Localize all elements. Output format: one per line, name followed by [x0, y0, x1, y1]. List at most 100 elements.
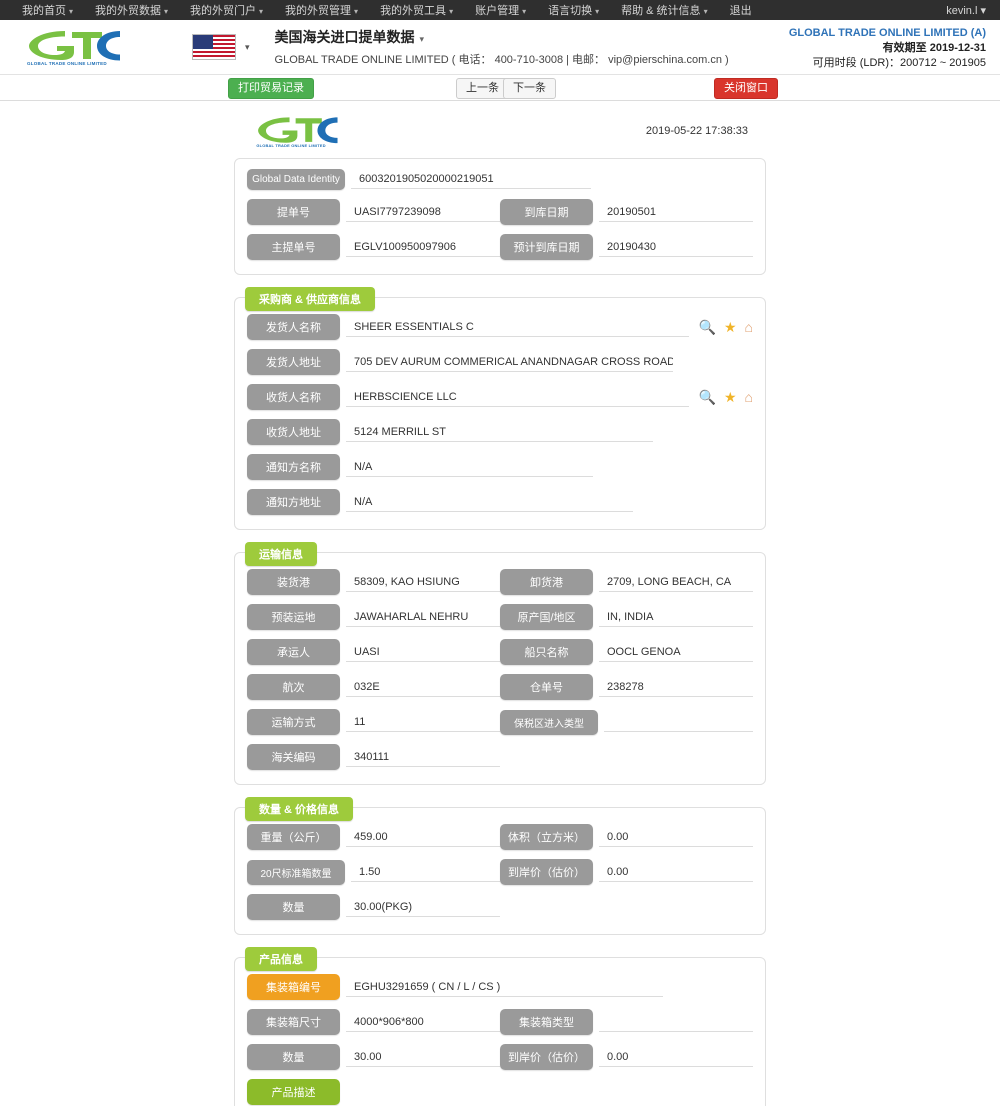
teu-label: 20尺标准箱数量 [247, 859, 345, 885]
nav-item-label: 账户管理 [475, 5, 520, 17]
nav-item-label: 我的首页 [22, 5, 66, 17]
transport-row: 海关编码 340111 [247, 744, 753, 770]
master-bill-number-field: 主提单号 EGLV100950097906 [247, 234, 500, 260]
company-contact-line: GLOBAL TRADE ONLINE LIMITED ( 电话： 400-71… [274, 54, 729, 66]
star-icon[interactable]: ★ [724, 320, 737, 334]
carrier-field: 承运人 UASI [247, 639, 500, 665]
volume-value: 0.00 [599, 828, 753, 847]
gto-logo[interactable]: GLOBAL TRADE ONLINE LIMITED [22, 26, 142, 69]
arrival-date-value: 20190501 [599, 203, 753, 222]
quantity-section-title: 数量 & 价格信息 [245, 797, 354, 821]
container-size-row: 集装箱尺寸 4000*906*800 集装箱类型 [247, 1009, 753, 1035]
transport-row: 装货港 58309, KAO HSIUNG 卸货港 2709, LONG BEA… [247, 569, 753, 595]
container-number-label: 集装箱编号 [247, 974, 340, 1000]
voyage-field: 航次 032E [247, 674, 500, 700]
cif-price-label: 到岸价（估价） [500, 859, 593, 885]
volume-label: 体积（立方米） [500, 824, 593, 850]
hs-code-label: 海关编码 [247, 744, 340, 770]
search-icon[interactable]: 🔍 [699, 320, 716, 334]
home-icon[interactable]: ⌂ [745, 390, 753, 404]
cif-price-field: 到岸价（估价） 0.00 [500, 859, 753, 885]
top-navigation-bar: 我的首页 ▾ 我的外贸数据 ▾ 我的外贸门户 ▾ 我的外贸管理 ▾ 我的外贸工具 ▾ 账户… [0, 0, 1000, 20]
transport-panel: 运输信息 装货港 58309, KAO HSIUNG 卸货港 2709, LON… [234, 542, 766, 785]
product-quantity-value: 30.00 [346, 1048, 500, 1067]
logo-tagline: GLOBAL TRADE ONLINE LIMITED [27, 61, 107, 66]
container-type-label: 集装箱类型 [500, 1009, 593, 1035]
consignee-address-row: 收货人地址 5124 MERRILL ST [247, 419, 753, 445]
transport-mode-value: 11 [346, 713, 500, 732]
container-size-field: 集装箱尺寸 4000*906*800 [247, 1009, 500, 1035]
identity-row: 提单号 UASI7797239098 到库日期 20190501 [247, 199, 753, 225]
estimated-arrival-date-value: 20190430 [599, 238, 753, 257]
nav-item-logout[interactable]: 退出 [730, 2, 752, 18]
nav-item-home[interactable]: 我的首页 ▾ [22, 2, 73, 18]
document-area: GLOBAL TRADE ONLINE LIMITED 2019-05-22 1… [0, 101, 1000, 1106]
quantity-row: 20尺标准箱数量 1.50 到岸价（估价） 0.00 [247, 859, 753, 885]
search-icon[interactable]: 🔍 [699, 390, 716, 404]
container-type-value [599, 1013, 753, 1032]
master-bill-number-label: 主提单号 [247, 234, 340, 260]
identity-panel: Global Data Identity 6003201905020000219… [234, 158, 766, 275]
bonded-entry-type-label: 保税区进入类型 [500, 709, 598, 735]
notify-address-value: N/A [346, 493, 633, 512]
quantity-value: 30.00(PKG) [346, 898, 500, 917]
document-header: GLOBAL TRADE ONLINE LIMITED 2019-05-22 1… [232, 107, 768, 152]
nav-item-help-stats[interactable]: 帮助 & 统计信息 ▾ [621, 2, 707, 18]
print-trade-record-button[interactable]: 打印贸易记录 [228, 78, 314, 99]
user-menu[interactable]: kevin.l ▾ [946, 4, 986, 17]
global-data-identity-label: Global Data Identity [247, 169, 345, 190]
nav-item-trade-data[interactable]: 我的外贸数据 ▾ [95, 2, 168, 18]
previous-record-button[interactable]: 上一条 [456, 78, 509, 99]
chevron-down-icon: ▾ [354, 7, 359, 16]
shipper-address-field: 发货人地址 705 DEV AURUM COMMERICAL ANANDNAGA… [247, 349, 753, 375]
product-description-label-row: 产品描述 [247, 1079, 753, 1105]
chevron-down-icon: ▾ [259, 7, 264, 16]
global-data-identity-field: Global Data Identity 6003201905020000219… [247, 169, 753, 190]
nav-item-trade-tools[interactable]: 我的外贸工具 ▾ [380, 2, 453, 18]
consignee-name-field: 收货人名称 HERBSCIENCE LLC 🔍 ★ ⌂ [247, 384, 753, 410]
shipper-actions: 🔍 ★ ⌂ [699, 320, 753, 334]
home-icon[interactable]: ⌂ [745, 320, 753, 334]
quantity-row: 数量 30.00(PKG) [247, 894, 753, 920]
product-cif-value: 0.00 [599, 1048, 753, 1067]
nav-item-label: 帮助 & 统计信息 [621, 5, 701, 17]
quantity-row: 重量（公斤） 459.00 体积（立方米） 0.00 [247, 824, 753, 850]
country-flag-selector[interactable]: ▾ [192, 34, 250, 60]
discharge-port-field: 卸货港 2709, LONG BEACH, CA [500, 569, 753, 595]
transport-section-title: 运输信息 [245, 542, 317, 566]
consignee-name-value: HERBSCIENCE LLC [346, 388, 689, 407]
container-size-label: 集装箱尺寸 [247, 1009, 340, 1035]
next-record-button[interactable]: 下一条 [503, 78, 556, 99]
warehouse-receipt-field: 仓单号 238278 [500, 674, 753, 700]
notify-address-row: 通知方地址 N/A [247, 489, 753, 515]
pre-carriage-place-value: JAWAHARLAL NEHRU [346, 608, 500, 627]
star-icon[interactable]: ★ [724, 390, 737, 404]
weight-label: 重量（公斤） [247, 824, 340, 850]
nav-item-trade-portal[interactable]: 我的外贸门户 ▾ [190, 2, 263, 18]
close-window-button[interactable]: 关闭窗口 [714, 78, 778, 99]
chevron-down-icon[interactable]: ▾ [420, 34, 425, 44]
product-description-label: 产品描述 [247, 1079, 340, 1105]
page-header: GLOBAL TRADE ONLINE LIMITED ▾ 美国海关进口提单数据… [0, 20, 1000, 75]
nav-item-label: 我的外贸管理 [285, 5, 352, 17]
bill-number-label: 提单号 [247, 199, 340, 225]
global-data-identity-value: 6003201905020000219051 [351, 170, 591, 189]
transport-row: 承运人 UASI 船只名称 OOCL GENOA [247, 639, 753, 665]
nav-item-trade-management[interactable]: 我的外贸管理 ▾ [285, 2, 358, 18]
shipper-name-value: SHEER ESSENTIALS C [346, 318, 689, 337]
nav-item-label: 我的外贸工具 [380, 5, 447, 17]
origin-country-field: 原产国/地区 IN, INDIA [500, 604, 753, 630]
transport-row: 航次 032E 仓单号 238278 [247, 674, 753, 700]
estimated-arrival-date-label: 预计到库日期 [500, 234, 593, 260]
origin-country-label: 原产国/地区 [500, 604, 593, 630]
voyage-label: 航次 [247, 674, 340, 700]
nav-item-account-management[interactable]: 账户管理 ▾ [475, 2, 526, 18]
shipper-name-field: 发货人名称 SHEER ESSENTIALS C 🔍 ★ ⌂ [247, 314, 753, 340]
nav-item-label: 退出 [729, 5, 752, 17]
identity-row: Global Data Identity 6003201905020000219… [247, 169, 753, 190]
nav-item-label: 语言切换 [548, 5, 593, 17]
nav-item-language-switch[interactable]: 语言切换 ▾ [548, 2, 599, 18]
voyage-value: 032E [346, 678, 500, 697]
page-title-text: 美国海关进口提单数据 [274, 29, 415, 45]
product-cif-field: 到岸价（估价） 0.00 [500, 1044, 753, 1070]
